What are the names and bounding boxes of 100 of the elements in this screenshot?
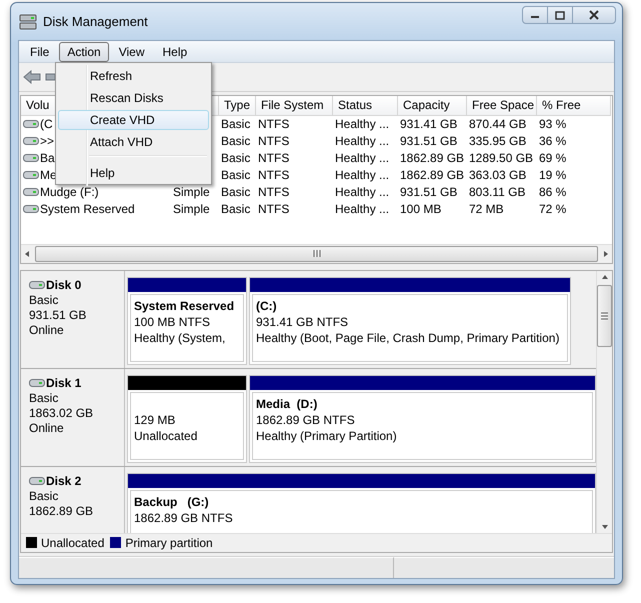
horizontal-scrollbar[interactable] [21,244,612,263]
back-arrow-icon[interactable] [23,70,41,84]
partition-block[interactable]: 129 MB Unallocated [127,374,247,463]
table-cell: 931.51 GB [400,184,458,201]
table-cell: Mudge (F:) [40,184,99,201]
menu-item[interactable]: Create VHD [58,110,209,130]
partition-name: (C:) [256,298,278,314]
disk-name: Disk 1 [46,376,82,391]
column-header[interactable]: Status [333,96,398,116]
disk-drive-icon [23,170,39,180]
partition-name: System Reserved [134,298,236,314]
close-icon [589,10,599,20]
scroll-down-arrow-icon[interactable] [600,522,608,531]
disk-drive-icon [23,119,39,130]
table-cell: Basic [221,200,250,218]
legend-label: Unallocated [41,536,104,550]
partition-block[interactable]: Backup (G:) 1862.89 GB NTFS [127,472,596,533]
scroll-right-arrow-icon[interactable] [602,250,610,258]
partition-name: Media (D:) [256,396,318,412]
table-cell: 1289.50 GB [469,150,534,167]
disk-drive-icon [23,204,39,214]
table-cell: 69 % [539,150,566,167]
table-cell: (C [40,116,53,133]
table-cell: 72 % [539,200,566,218]
disk-name: Disk 0 [46,278,82,293]
partition-block[interactable]: System Reserved 100 MB NTFS Healthy (System, [127,276,247,365]
table-cell: Basic [221,132,250,150]
column-header[interactable]: % Free [537,96,611,116]
table-cell: Healthy ... [335,200,390,218]
table-cell: 19 % [539,166,566,184]
partition-status: Unallocated [134,428,198,444]
disk-drive-icon [29,280,45,290]
table-cell: NTFS [258,200,290,218]
disk-type: Basic [29,488,60,504]
partition-size: 129 MB [134,412,176,428]
table-cell: 931.41 GB [400,116,458,133]
table-cell: 870.44 GB [469,116,526,133]
table-cell: NTFS [258,116,290,133]
menu-item[interactable]: Help [58,163,209,183]
table-cell: 100 MB [400,200,442,218]
table-cell: >> [40,132,54,150]
table-cell: Basic [221,166,250,184]
disk-drive-icon [23,153,39,164]
scroll-up-arrow-icon[interactable] [600,272,608,281]
table-cell: 363.03 GB [469,166,526,184]
disk-status: Online [29,322,65,338]
disk-size: 1862.89 GB [29,504,94,519]
partition-size: 1862.89 GB NTFS [256,412,356,428]
vertical-scrollbar[interactable] [596,270,612,533]
grip-icon[interactable] [312,250,320,258]
partition-name: Backup (G:) [134,494,210,510]
partition-size: 1862.89 GB NTFS [134,510,234,526]
close-button[interactable] [572,6,616,24]
table-cell: Healthy ... [335,150,390,167]
partition-status: Healthy (Boot, Page File, Crash Dump, Primary Partition) [256,330,560,346]
table-cell: Ba [40,150,55,167]
table-cell: Healthy ... [335,166,390,184]
disk-name: Disk 2 [46,474,82,489]
table-cell: 93 % [539,116,566,133]
disk-type: Basic [29,292,60,308]
menu-item[interactable]: Action [59,42,109,62]
disk-status: Online [29,420,65,436]
table-cell: Healthy ... [335,184,390,201]
disk-drive-icon [29,378,45,388]
table-cell: 72 MB [469,200,504,218]
table-cell: NTFS [258,184,290,201]
maximize-button[interactable] [547,6,573,24]
maximize-icon [555,10,565,20]
table-cell: Basic [221,116,250,133]
disk-size: 931.51 GB [29,308,88,323]
column-header[interactable]: Free Space [467,96,537,116]
menu-item[interactable]: View [110,42,152,62]
table-cell: NTFS [258,132,290,150]
window-title: Disk Management [43,14,149,29]
disk-drive-icon [29,476,45,486]
partition-size: 100 MB NTFS [134,314,212,330]
table-cell: 803.11 GB [469,184,526,201]
partition-block[interactable]: (C:) 931.41 GB NTFS Healthy (Boot, Page File, Crash Dump, Primary Partition) [249,276,571,365]
table-cell: 36 % [539,132,566,150]
menu-item[interactable]: Refresh [58,66,209,86]
table-cell: Healthy ... [335,132,390,150]
disk-size: 1863.02 GB [29,406,94,421]
column-header[interactable]: Capacity [398,96,467,116]
table-cell: Simple [173,200,210,218]
column-header[interactable]: Type [219,96,256,116]
menu-item[interactable]: Rescan Disks [58,88,209,108]
menu-item[interactable]: Attach VHD [58,132,209,152]
table-cell: 86 % [539,184,566,201]
legend-label: Primary partition [125,536,213,550]
grip-icon[interactable] [601,312,608,320]
menu-item[interactable]: Help [154,42,196,62]
minimize-button[interactable] [522,6,548,24]
partition-status: Healthy (Primary Partition) [256,428,398,444]
disk-management-icon [19,14,37,30]
column-header[interactable]: File System [256,96,333,116]
partition-size: 931.41 GB NTFS [256,314,350,330]
scroll-left-arrow-icon[interactable] [23,250,31,258]
menu-item[interactable]: File [22,42,58,62]
table-cell: 335.95 GB [469,132,526,150]
partition-block[interactable]: Media (D:) 1862.89 GB NTFS Healthy (Primary Partition) [249,374,596,463]
